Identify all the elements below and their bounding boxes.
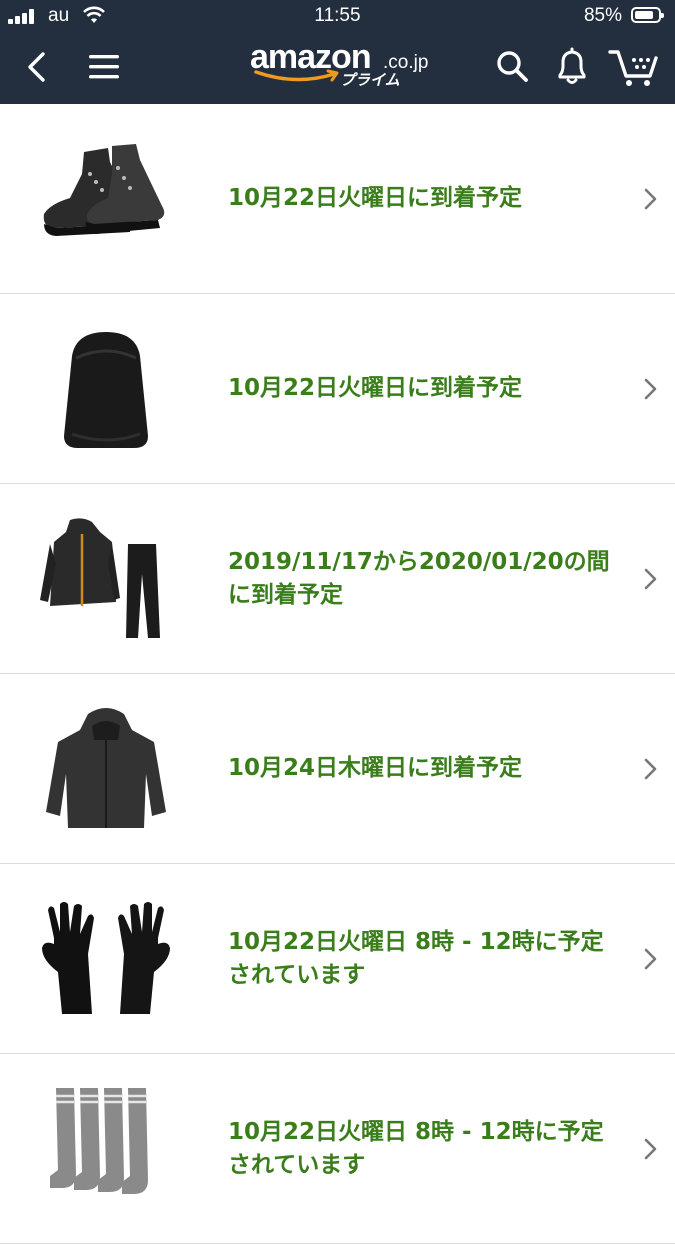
search-icon[interactable]	[494, 48, 530, 84]
order-item-boots[interactable]: 10月22日火曜日に到着予定	[0, 104, 675, 294]
order-list: 10月22日火曜日に到着予定 10月22日火曜日に到着予定 2019/11/17…	[0, 104, 675, 1244]
delivery-date-label: 10月22日火曜日 8時 - 12時に予定されています	[228, 928, 604, 988]
delivery-date-label: 10月24日木曜日に到着予定	[228, 755, 523, 781]
order-item-rain-suit[interactable]: 2019/11/17から2020/01/20の間に到着予定	[0, 484, 675, 674]
order-item-jacket[interactable]: 10月24日木曜日に到着予定	[0, 674, 675, 864]
delivery-date-label: 10月22日火曜日に到着予定	[228, 185, 523, 211]
chevron-right-icon[interactable]	[643, 947, 659, 971]
amazon-prime-logo[interactable]: amazon .co.jp プライム	[250, 38, 430, 94]
delivery-date-label: 2019/11/17から2020/01/20の間に到着予定	[228, 548, 610, 608]
cart-icon[interactable]	[608, 46, 660, 88]
socks-image	[50, 1088, 148, 1194]
backpack-cover-image	[64, 332, 148, 448]
clock-time: 11:55	[314, 5, 361, 26]
back-icon[interactable]	[22, 50, 52, 84]
chevron-right-icon[interactable]	[643, 1137, 659, 1161]
delivery-date-label: 10月22日火曜日に到着予定	[228, 375, 523, 401]
chevron-right-icon[interactable]	[643, 567, 659, 591]
logo-prime-label: プライム	[340, 71, 400, 89]
logo-smile-icon	[254, 69, 339, 82]
menu-icon[interactable]	[86, 52, 122, 82]
rain-suit-image	[40, 518, 160, 638]
jacket-image	[46, 708, 166, 828]
order-item-socks[interactable]: 10月22日火曜日 8時 - 12時に予定されています	[0, 1054, 675, 1244]
bell-icon[interactable]	[553, 46, 591, 88]
battery-icon	[631, 7, 664, 23]
gloves-image	[42, 902, 170, 1014]
app-header: amazon .co.jp プライム	[0, 34, 675, 104]
delivery-date-label: 10月22日火曜日 8時 - 12時に予定されています	[228, 1118, 604, 1178]
chevron-right-icon[interactable]	[643, 187, 659, 211]
boots-image	[43, 144, 165, 236]
battery-percent: 85%	[583, 5, 622, 26]
chevron-right-icon[interactable]	[643, 377, 659, 401]
order-item-gloves[interactable]: 10月22日火曜日 8時 - 12時に予定されています	[0, 864, 675, 1054]
status-bar: au 11:55 85%	[0, 0, 675, 34]
order-item-backpack-cover[interactable]: 10月22日火曜日に到着予定	[0, 294, 675, 484]
chevron-right-icon[interactable]	[643, 757, 659, 781]
